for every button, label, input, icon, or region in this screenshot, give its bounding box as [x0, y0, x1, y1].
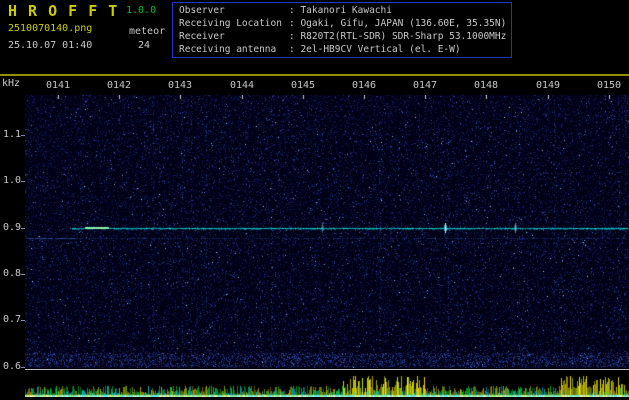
time-tick-label: 0145 [291, 80, 316, 91]
baseline-white-line [25, 369, 629, 370]
header-separator-line [0, 74, 629, 76]
mode-label: meteor [129, 26, 166, 37]
info-row: Receiving antenna : 2el-HB9CV Vertical (… [179, 43, 506, 56]
info-label: Receiver [179, 31, 225, 42]
info-row: Receiving Location : Ogaki, Gifu, JAPAN … [179, 17, 506, 30]
time-tick-label: 0144 [230, 80, 255, 91]
frequency-tick-label: 1.1 [3, 129, 22, 140]
app-version: 1.0.0 [126, 5, 157, 16]
app-title: H R O F F T [8, 2, 119, 20]
frequency-tick-label: 1.0 [3, 175, 22, 186]
info-row: Observer : Takanori Kawachi [179, 4, 506, 17]
time-tick-label: 0143 [168, 80, 193, 91]
frequency-tick-label: 0.9 [3, 222, 22, 233]
time-tick-label: 0142 [107, 80, 132, 91]
info-value: : Takanori Kawachi [289, 5, 392, 16]
info-value: : Ogaki, Gifu, JAPAN (136.60E, 35.35N) [289, 18, 507, 29]
station-info: Observer : Takanori Kawachi Receiving Lo… [179, 4, 506, 56]
signal-strip-canvas [25, 372, 629, 397]
time-tick-label: 0149 [536, 80, 561, 91]
time-tick-label: 0150 [597, 80, 622, 91]
observation-datetime: 25.10.07 01:40 [8, 40, 93, 51]
info-value: : 2el-HB9CV Vertical (el. E-W) [289, 44, 461, 55]
output-filename: 2510070140.png [8, 23, 93, 34]
frequency-unit-label: kHz [2, 78, 21, 89]
hrofft-output: H R O F F T 1.0.0 2510070140.png meteor … [0, 0, 629, 400]
time-tick-label: 0148 [474, 80, 499, 91]
spectrogram-canvas [25, 95, 629, 368]
meteor-count: 24 [138, 40, 151, 51]
time-tick-label: 0146 [352, 80, 377, 91]
frequency-tick-label: 0.6 [3, 361, 22, 372]
time-tick-label: 0147 [413, 80, 438, 91]
info-label: Receiving antenna [179, 44, 277, 55]
frequency-tick-label: 0.8 [3, 268, 22, 279]
info-label: Observer [179, 5, 225, 16]
info-row: Receiver : R820T2(RTL-SDR) SDR-Sharp 53.… [179, 30, 506, 43]
time-tick-label: 0141 [46, 80, 71, 91]
info-label: Receiving Location [179, 18, 282, 29]
info-value: : R820T2(RTL-SDR) SDR-Sharp 53.1000MHz [289, 31, 507, 42]
frequency-tick-label: 0.7 [3, 314, 22, 325]
